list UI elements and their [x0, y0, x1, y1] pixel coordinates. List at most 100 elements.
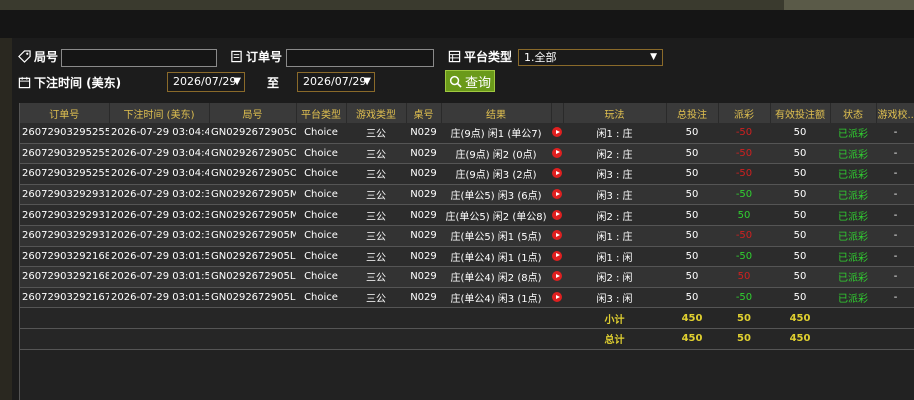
to-label: 至	[267, 76, 280, 90]
cell-bet: 50	[666, 143, 718, 165]
cell-platform: Choice	[296, 163, 346, 185]
table-row[interactable]: 260729032952552 2026-07-29 03:04:44 GN0292…	[20, 143, 914, 165]
cell-valid: 50	[770, 246, 830, 268]
column-header	[551, 103, 564, 123]
cell-time: 2026-07-29 03:02:35	[109, 204, 209, 226]
video-replay-icon[interactable]	[552, 168, 562, 179]
cell-order: 260729032929313	[20, 184, 109, 206]
platform-select[interactable]: 1.全部 ▼	[518, 49, 663, 66]
total-cell	[296, 328, 346, 350]
subtotal-cell	[109, 307, 209, 329]
cell-payout: -50	[718, 163, 770, 185]
video-replay-icon[interactable]	[552, 209, 562, 220]
platform-selected: 1.全部	[524, 51, 557, 64]
cell-platform: Choice	[296, 184, 346, 206]
video-replay-icon[interactable]	[552, 189, 562, 200]
cell-result: 庄(单公5) 闲2 (单公8)	[441, 204, 551, 226]
column-header: 总投注	[666, 103, 719, 123]
cell-table: N029	[406, 143, 441, 165]
total-cell	[830, 328, 876, 350]
cell-status: 已派彩	[830, 184, 876, 206]
search-button[interactable]: 查询	[445, 70, 495, 92]
table-row[interactable]: 260729032952551 2026-07-29 03:04:44 GN0292…	[20, 163, 914, 185]
order-label-text: 订单号	[246, 50, 283, 64]
cell-play: 闲3 : 庄	[563, 163, 666, 185]
cell-table: N029	[406, 163, 441, 185]
cell-status: 已派彩	[830, 143, 876, 165]
order-input[interactable]	[286, 49, 434, 67]
cell-round: GN0292672905M	[209, 225, 296, 247]
cell-check: -	[876, 123, 914, 144]
total-cell	[441, 328, 551, 350]
cell-game: 三公	[346, 163, 406, 185]
cell-result: 庄(单公4) 闲2 (8点)	[441, 266, 551, 288]
table-row[interactable]: 260729032929311 2026-07-29 03:02:35 GN0292…	[20, 204, 914, 226]
video-replay-icon[interactable]	[552, 147, 562, 158]
bet-table-container: 订单号 下注时间 (美东) 局号 平台类型 游戏类型 桌号 结果 玩法 总投注 派彩 有效投注额 状态…	[19, 103, 914, 400]
cell-game: 三公	[346, 184, 406, 206]
cell-bet: 50	[666, 204, 718, 226]
cell-valid: 50	[770, 143, 830, 165]
cell-bet: 50	[666, 287, 718, 309]
table-row[interactable]: 260729032929310 2026-07-29 03:02:35 GN0292…	[20, 225, 914, 247]
column-header: 游戏校...	[876, 103, 914, 123]
table-row[interactable]: 260729032929313 2026-07-29 03:02:35 GN0292…	[20, 184, 914, 206]
cell-payout: -50	[718, 123, 770, 144]
table-row[interactable]: 260729032921680 2026-07-29 03:01:52 GN0292…	[20, 266, 914, 288]
replay-cell	[551, 287, 563, 309]
round-input[interactable]	[61, 49, 217, 67]
video-replay-icon[interactable]	[552, 271, 562, 282]
cell-payout: -50	[718, 287, 770, 309]
column-header: 桌号	[406, 103, 442, 123]
table-row[interactable]: 260729032921681 2026-07-29 03:01:52 GN0292…	[20, 246, 914, 268]
cell-payout: -50	[718, 143, 770, 165]
video-replay-icon[interactable]	[552, 250, 562, 261]
subtotal-cell	[441, 307, 551, 329]
subtotal-valid: 450	[770, 307, 830, 329]
cell-table: N029	[406, 184, 441, 206]
cell-valid: 50	[770, 204, 830, 226]
cell-play: 闲2 : 闲	[563, 266, 666, 288]
cell-play: 闲3 : 庄	[563, 184, 666, 206]
cell-check: -	[876, 225, 914, 247]
table-row[interactable]: 260729032952554 2026-07-29 03:04:44 GN0292…	[20, 123, 914, 144]
table-header-row: 订单号 下注时间 (美东) 局号 平台类型 游戏类型 桌号 结果 玩法 总投注 派彩 有效投注额 状态…	[20, 103, 914, 123]
modal-left-edge	[0, 38, 12, 400]
cell-check: -	[876, 204, 914, 226]
cell-check: -	[876, 163, 914, 185]
column-header: 下注时间 (美东)	[109, 103, 210, 123]
cell-time: 2026-07-29 03:01:52	[109, 266, 209, 288]
column-header: 结果	[441, 103, 552, 123]
replay-cell	[551, 143, 563, 165]
video-replay-icon[interactable]	[552, 230, 562, 241]
bet-history-modal: 局号 订单号 平台类型 1.全部 ▼ 下注时间 (美东) 2026/07/29 …	[0, 10, 914, 400]
cell-platform: Choice	[296, 143, 346, 165]
subtotal-cell	[296, 307, 346, 329]
cell-check: -	[876, 287, 914, 309]
replay-cell	[551, 266, 563, 288]
date-from-input[interactable]: 2026/07/29 ▼	[167, 72, 245, 92]
cell-result: 庄(9点) 闲1 (单公7)	[441, 123, 551, 144]
cell-bet: 50	[666, 184, 718, 206]
calendar-icon	[18, 76, 31, 89]
platform-label-text: 平台类型	[464, 50, 513, 64]
date-to-input[interactable]: 2026/07/29 ▼	[297, 72, 375, 92]
subtotal-bet: 450	[666, 307, 718, 329]
cell-round: GN0292672905L	[209, 287, 296, 309]
cell-order: 260729032921679	[20, 287, 109, 309]
column-header: 玩法	[563, 103, 667, 123]
total-label: 总计	[563, 328, 666, 350]
cell-time: 2026-07-29 03:04:44	[109, 143, 209, 165]
video-replay-icon[interactable]	[552, 127, 562, 138]
cell-order: 260729032952554	[20, 123, 109, 144]
table-row[interactable]: 260729032921679 2026-07-29 03:01:52 GN0292…	[20, 287, 914, 309]
cell-round: GN0292672905O	[209, 123, 296, 144]
cell-payout: -50	[718, 225, 770, 247]
replay-cell	[551, 184, 563, 206]
video-replay-icon[interactable]	[552, 292, 562, 303]
cell-bet: 50	[666, 163, 718, 185]
cell-order: 260729032952551	[20, 163, 109, 185]
cell-result: 庄(9点) 闲3 (2点)	[441, 163, 551, 185]
total-cell	[406, 328, 441, 350]
date-to-value: 2026/07/29	[303, 75, 367, 88]
